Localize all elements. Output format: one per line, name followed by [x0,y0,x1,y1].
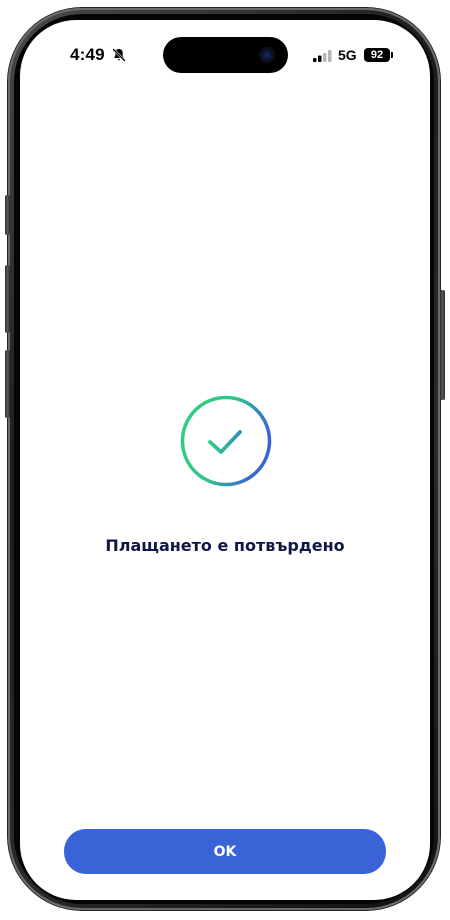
app-screen: 4:49 5G 92 Плащането е потвърдено OK [20,20,430,900]
volume-down-button [5,350,10,418]
front-camera [259,47,275,63]
power-button [440,290,445,400]
cellular-signal-icon [313,50,332,62]
ok-button[interactable]: OK [64,829,386,874]
battery-tip [391,52,393,58]
payment-confirmed-message: Плащането е потвърдено [105,536,345,555]
status-bar: 4:49 5G 92 [20,20,430,92]
check-circle-icon [180,395,272,487]
dynamic-island [163,37,288,73]
bell-slash-icon [112,48,126,62]
action-button [5,195,10,235]
status-time: 4:49 [70,45,105,64]
volume-up-button [5,265,10,333]
battery-level: 92 [370,49,384,61]
network-type: 5G [338,47,357,63]
battery-icon: 92 [364,48,390,62]
